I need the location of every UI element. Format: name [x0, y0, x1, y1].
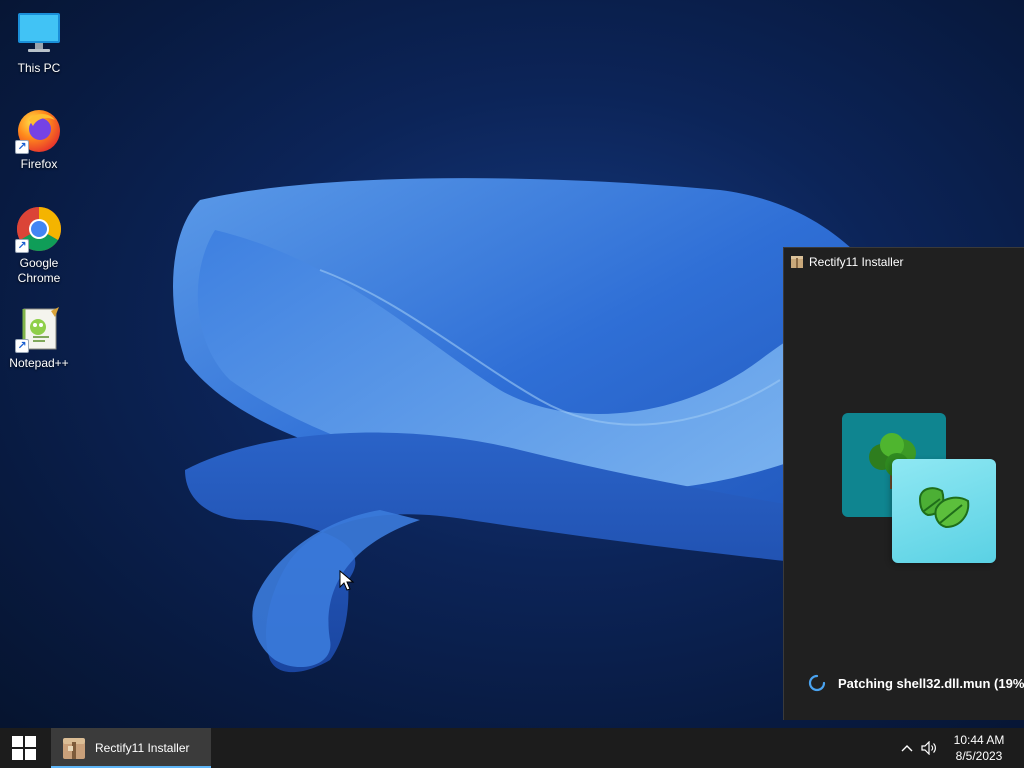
leaf-icon	[918, 487, 970, 529]
taskbar-clock[interactable]: 10:44 AM 8/5/2023	[944, 732, 1014, 764]
shortcut-arrow-icon: ↗	[15, 140, 29, 154]
chevron-up-icon	[901, 745, 913, 752]
installer-window[interactable]: Rectify11 Installer Patching shell32.dll…	[783, 247, 1024, 720]
show-desktop-button[interactable]	[1016, 728, 1024, 768]
rectify-logo	[842, 413, 1002, 568]
firefox-icon: ↗	[15, 106, 63, 154]
desktop-icon-label: Google Chrome	[17, 256, 61, 285]
speaker-icon	[921, 741, 936, 755]
installer-titlebar[interactable]: Rectify11 Installer	[784, 248, 1024, 276]
clock-time: 10:44 AM	[953, 733, 1005, 747]
clock-date: 8/5/2023	[955, 749, 1003, 763]
taskbar: Rectify11 Installer 10:44 AM 8/5/2023	[0, 728, 1024, 768]
taskbar-item-label: Rectify11 Installer	[95, 741, 190, 755]
install-status: Patching shell32.dll.mun (19%	[808, 674, 1024, 692]
monitor-icon	[15, 10, 63, 58]
install-status-text: Patching shell32.dll.mun (19%	[838, 675, 1024, 691]
loading-spinner-icon	[808, 674, 826, 692]
windows-logo-icon	[12, 736, 36, 760]
start-button[interactable]	[0, 728, 48, 768]
desktop-icon-this-pc[interactable]: This PC	[1, 10, 77, 76]
installer-app-icon	[791, 256, 803, 268]
desktop-icon-label: This PC	[17, 61, 61, 75]
shortcut-arrow-icon: ↗	[15, 239, 29, 253]
mouse-cursor-icon	[339, 570, 355, 591]
chrome-icon: ↗	[15, 205, 63, 253]
notepadpp-icon: ↗	[15, 305, 63, 353]
leaf-tile	[892, 459, 996, 563]
desktop-icon-firefox[interactable]: ↗ Firefox	[1, 106, 77, 172]
installer-app-icon	[63, 738, 85, 759]
desktop-icon-label: Notepad++	[9, 356, 69, 370]
shortcut-arrow-icon: ↗	[15, 339, 29, 353]
show-hidden-icons-button[interactable]	[896, 728, 918, 768]
volume-button[interactable]	[918, 728, 940, 768]
installer-title: Rectify11 Installer	[809, 255, 904, 269]
desktop-icon-notepadpp[interactable]: ↗ Notepad++	[1, 305, 77, 371]
desktop-icon-label: Firefox	[20, 157, 58, 171]
system-tray: 10:44 AM 8/5/2023	[896, 728, 1024, 768]
desktop-icon-chrome[interactable]: ↗ Google Chrome	[1, 205, 77, 286]
taskbar-item-rectify11-installer[interactable]: Rectify11 Installer	[51, 728, 211, 768]
